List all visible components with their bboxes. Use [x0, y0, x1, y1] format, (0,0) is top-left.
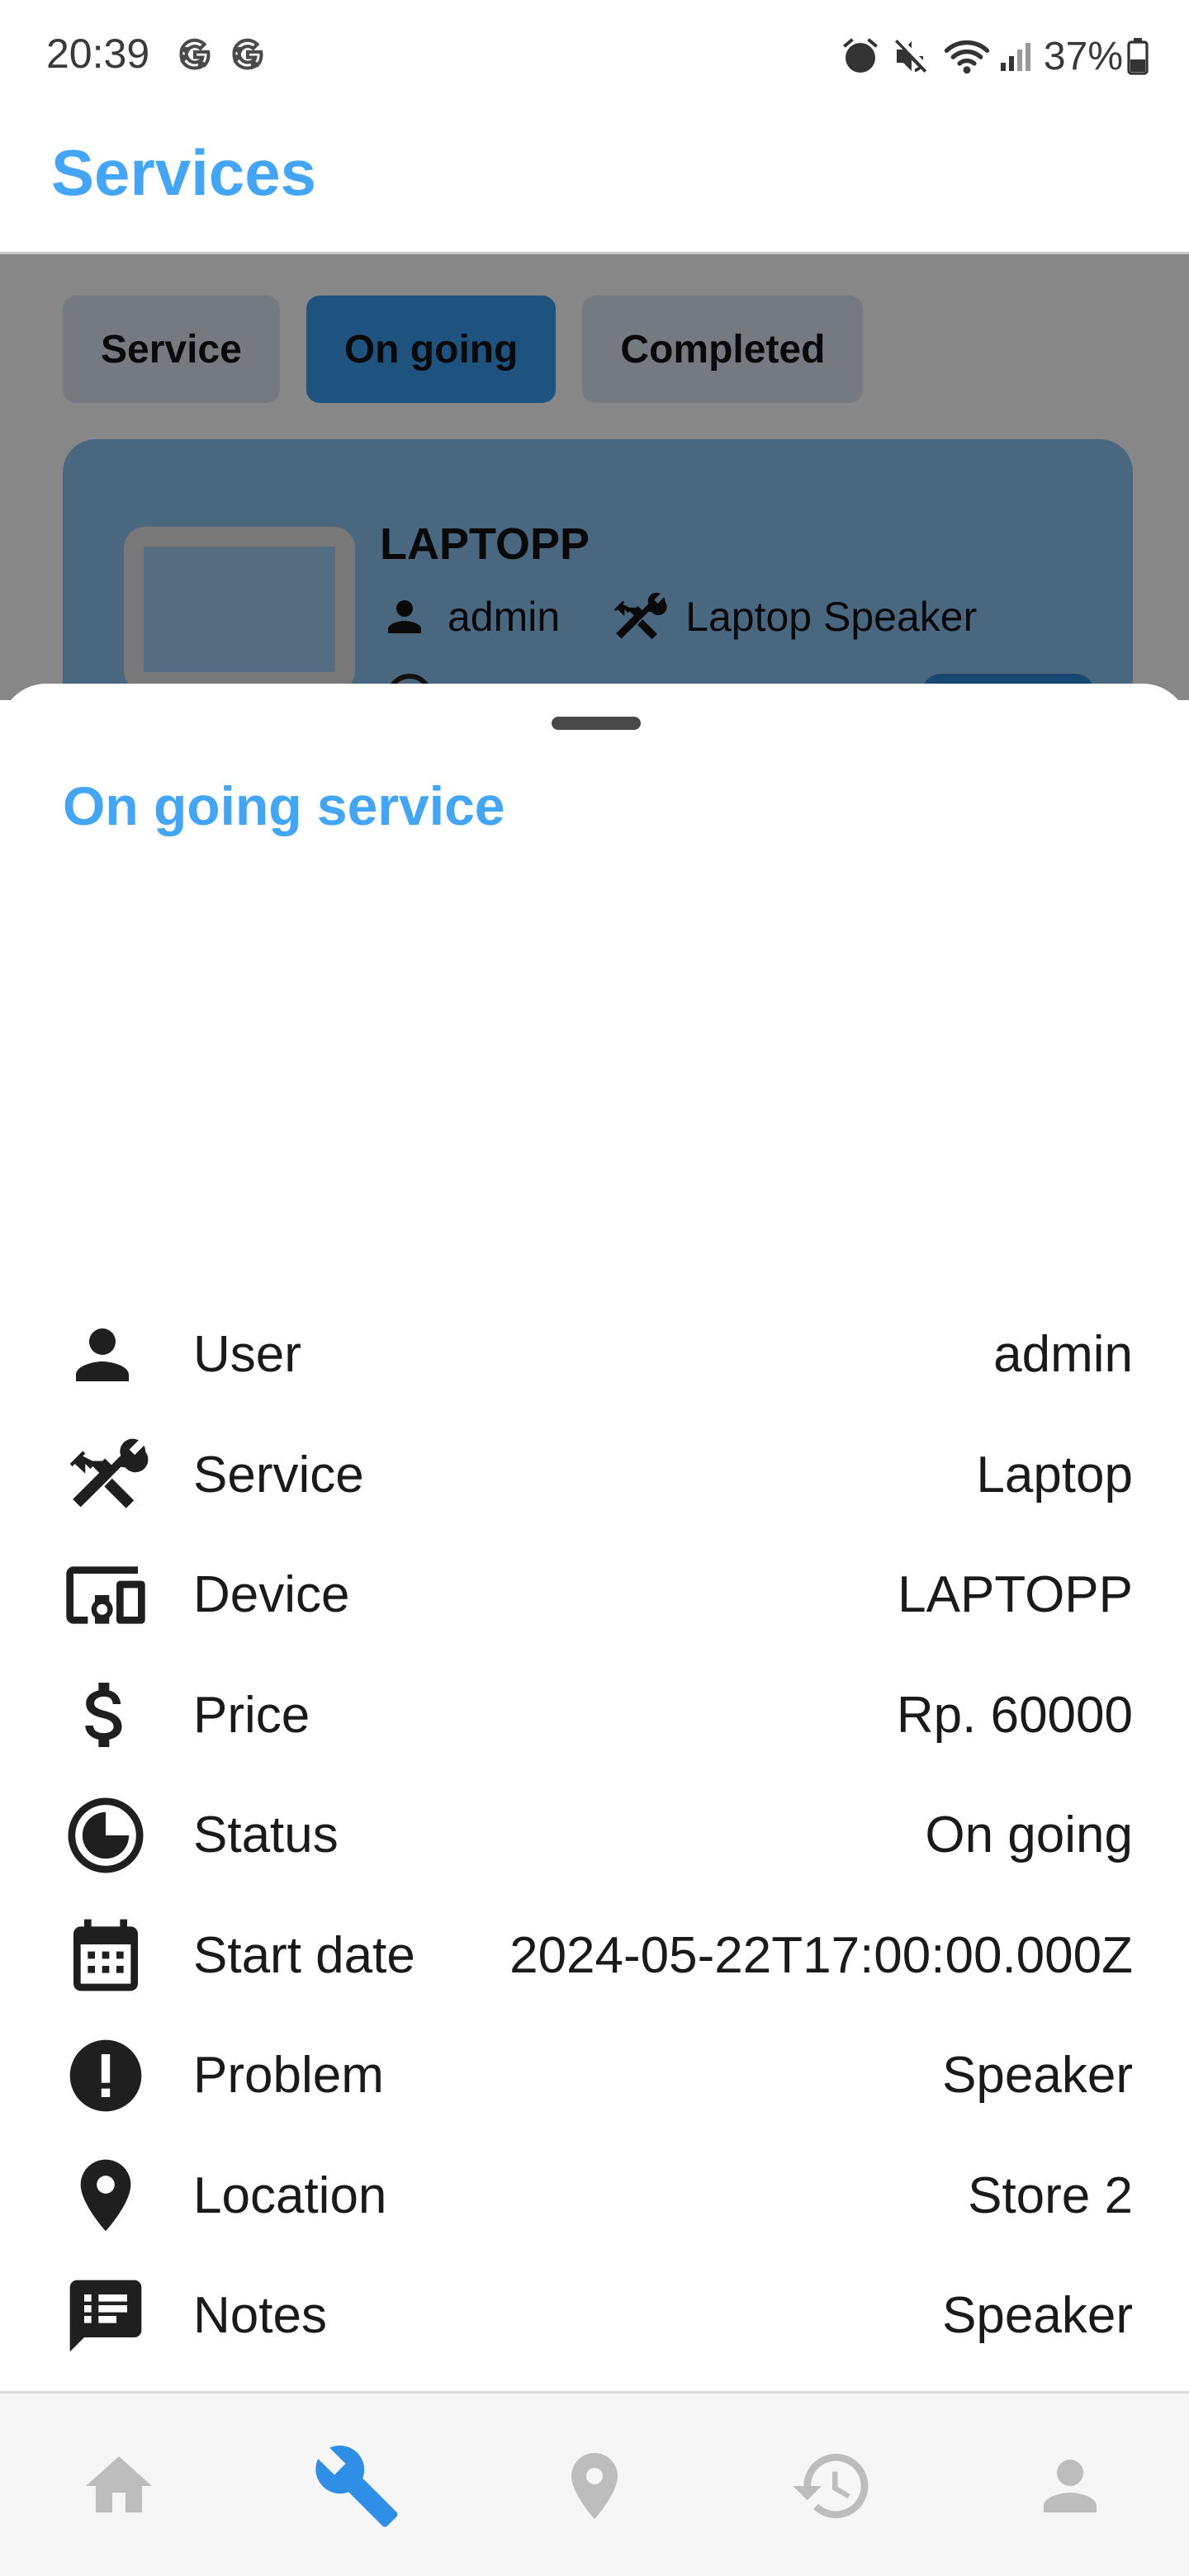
detail-row-problem: Problem Speaker [63, 2015, 1133, 2136]
app-bar: Services [0, 116, 1189, 254]
detail-label: Location [193, 2166, 387, 2224]
detail-value: Speaker [942, 2287, 1133, 2345]
nav-account[interactable] [951, 2394, 1189, 2576]
bottom-sheet: On going service User admin Service Lapt… [0, 684, 1189, 2391]
google-icon [232, 38, 263, 70]
status-clock-icon [68, 1797, 144, 1873]
detail-value: On going [925, 1807, 1133, 1864]
detail-label: Service [193, 1446, 364, 1503]
detail-label: Start date [193, 1926, 415, 1984]
detail-value: Speaker [942, 2047, 1133, 2105]
wifi-icon [944, 40, 990, 74]
bottom-navigation [0, 2391, 1189, 2576]
detail-label: Notes [193, 2287, 327, 2345]
detail-value: admin [993, 1326, 1133, 1384]
calendar-icon [73, 1919, 138, 1991]
person-icon [76, 1328, 129, 1381]
detail-value: 2024-05-22T17:00:00.000Z [509, 1926, 1133, 1984]
detail-value: Store 2 [968, 2166, 1133, 2224]
detail-label: User [193, 1326, 301, 1384]
alert-icon [69, 2039, 142, 2112]
detail-row-start-date: Start date 2024-05-22T17:00:00.000Z [63, 1896, 1133, 2016]
nav-home[interactable] [0, 2394, 238, 2576]
location-pin-icon [80, 2159, 131, 2232]
detail-label: Status [193, 1807, 339, 1864]
battery-icon [1127, 38, 1149, 75]
nav-services[interactable] [238, 2394, 476, 2576]
detail-row-device: Device LAPTOPP [63, 1535, 1133, 1655]
detail-value: Laptop [976, 1446, 1133, 1503]
detail-row-user: User admin [63, 1295, 1133, 1415]
devices-icon [66, 1566, 145, 1624]
sheet-title: On going service [63, 775, 505, 836]
location-pin-icon [571, 2453, 618, 2519]
wrench-icon [315, 2445, 398, 2527]
notes-icon [69, 2280, 142, 2352]
mute-icon [894, 40, 927, 73]
detail-row-status: Status On going [63, 1775, 1133, 1896]
battery-percent: 37% [1043, 34, 1123, 78]
sheet-drag-handle[interactable] [552, 717, 641, 730]
modal-scrim[interactable] [0, 254, 1189, 700]
nav-location[interactable] [476, 2394, 713, 2576]
status-bar: 20:39 37% [0, 0, 1189, 116]
status-time: 20:39 [46, 31, 150, 77]
detail-row-location: Location Store 2 [63, 2136, 1133, 2256]
detail-value: Rp. 60000 [896, 1686, 1133, 1744]
detail-row-service: Service Laptop [63, 1415, 1133, 1536]
detail-value: LAPTOPP [898, 1566, 1133, 1624]
tools-icon [69, 1438, 149, 1508]
history-icon [793, 2453, 869, 2518]
home-icon [86, 2456, 152, 2512]
detail-row-price: Price Rp. 60000 [63, 1655, 1133, 1776]
dollar-icon [85, 1683, 122, 1748]
detail-label: Problem [193, 2047, 384, 2105]
detail-label: Device [193, 1566, 350, 1624]
alarm-icon [842, 38, 878, 73]
page-title: Services [51, 136, 316, 209]
service-details: User admin Service Laptop Device LAPTOPP… [63, 1295, 1133, 2376]
signal-icon [1000, 43, 1030, 71]
nav-history[interactable] [713, 2394, 951, 2576]
google-icon [179, 38, 211, 70]
detail-label: Price [193, 1686, 310, 1744]
account-icon [1044, 2460, 1097, 2512]
detail-row-notes: Notes Speaker [63, 2256, 1133, 2376]
